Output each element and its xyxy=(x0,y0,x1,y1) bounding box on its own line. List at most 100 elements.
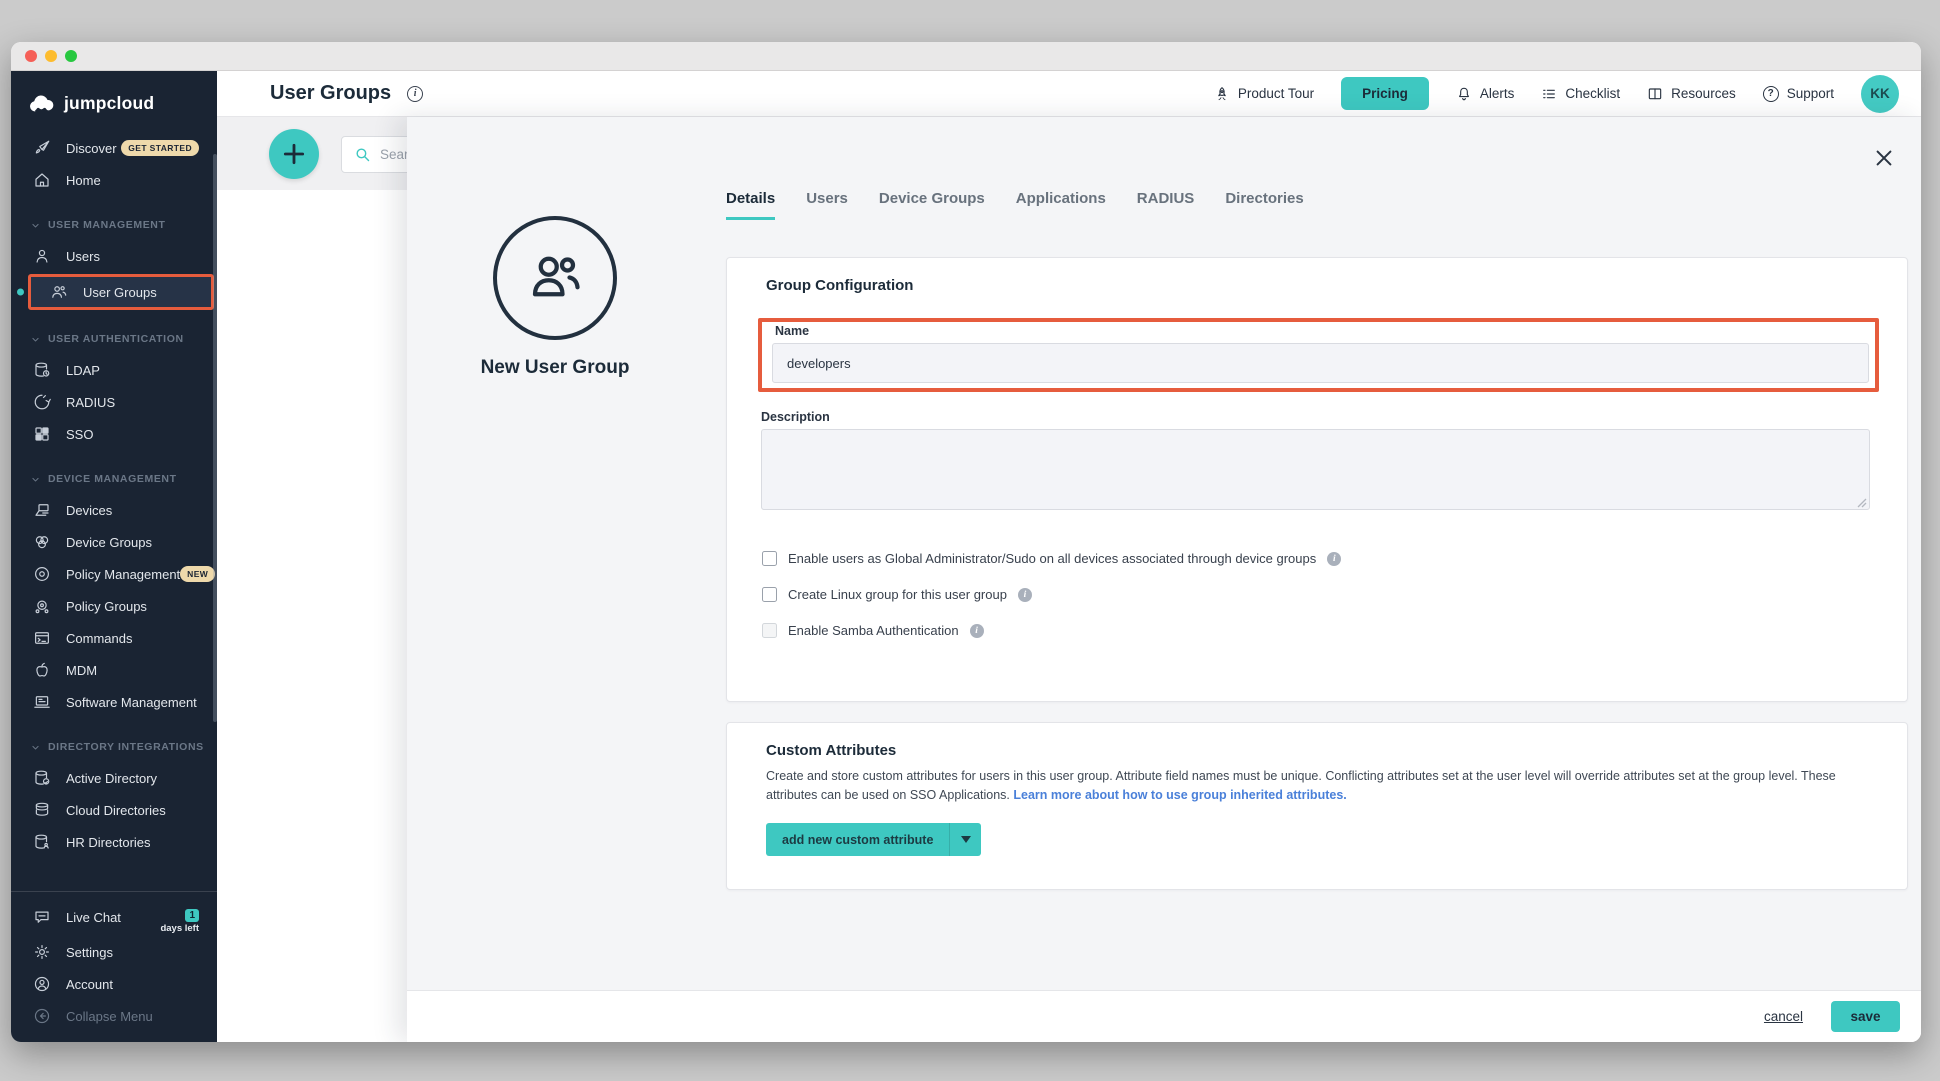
tab-radius[interactable]: RADIUS xyxy=(1137,190,1195,220)
close-panel-button[interactable] xyxy=(1873,147,1895,169)
tab-device-groups[interactable]: Device Groups xyxy=(879,190,985,220)
add-user-group-button[interactable] xyxy=(269,129,319,179)
custom-attributes-description: Create and store custom attributes for u… xyxy=(766,767,1838,806)
sidebar-item-label: Commands xyxy=(66,631,132,646)
sidebar-section-device-management[interactable]: DEVICE MANAGEMENT xyxy=(11,464,217,494)
dropdown-arrow[interactable] xyxy=(949,823,981,856)
sidebar-item-sso[interactable]: SSO xyxy=(11,418,217,450)
sidebar-item-devices[interactable]: Devices xyxy=(11,494,217,526)
sidebar-item-label: Policy Management xyxy=(66,567,180,582)
name-field-highlight: Name xyxy=(758,318,1879,392)
section-title-label: USER MANAGEMENT xyxy=(48,219,166,231)
textarea-resize-grip[interactable] xyxy=(1855,495,1867,507)
custom-attributes-heading: Custom Attributes xyxy=(766,742,896,759)
support-label: Support xyxy=(1787,86,1834,101)
linux-group-checkbox[interactable] xyxy=(762,587,777,602)
sidebar-item-commands[interactable]: Commands xyxy=(11,622,217,654)
minimize-window-button[interactable] xyxy=(45,50,57,62)
group-configuration-heading: Group Configuration xyxy=(766,277,913,294)
group-description-textarea[interactable] xyxy=(761,429,1870,510)
apple-icon xyxy=(33,661,51,679)
sidebar-item-cloud-directories[interactable]: Cloud Directories xyxy=(11,794,217,826)
rocket-icon xyxy=(33,139,51,157)
sidebar-item-hr-directories[interactable]: HR Directories xyxy=(11,826,217,858)
page-info-icon[interactable]: i xyxy=(407,86,423,102)
user-group-avatar xyxy=(493,216,617,340)
stacked-database-icon xyxy=(33,801,51,819)
days-count-badge: 1 xyxy=(185,909,199,922)
sidebar-item-ldap[interactable]: LDAP xyxy=(11,354,217,386)
support-button[interactable]: ? Support xyxy=(1763,86,1834,102)
close-window-button[interactable] xyxy=(25,50,37,62)
global-admin-label: Enable users as Global Administrator/Sud… xyxy=(788,551,1316,566)
alerts-button[interactable]: Alerts xyxy=(1456,86,1515,102)
sidebar-section-user-authentication[interactable]: USER AUTHENTICATION xyxy=(11,324,217,354)
group-name-input[interactable] xyxy=(772,343,1869,383)
info-icon[interactable]: i xyxy=(1018,588,1032,602)
product-tour-label: Product Tour xyxy=(1238,86,1314,101)
chevron-down-icon xyxy=(31,335,40,344)
cancel-button[interactable]: cancel xyxy=(1764,1009,1803,1024)
add-custom-attribute-button[interactable]: add new custom attribute xyxy=(766,823,981,856)
active-indicator-dot xyxy=(17,289,24,296)
jumpcloud-logo[interactable]: jumpcloud xyxy=(11,71,217,124)
checklist-button[interactable]: Checklist xyxy=(1541,86,1620,102)
sidebar-item-label: RADIUS xyxy=(66,395,115,410)
resources-button[interactable]: Resources xyxy=(1647,86,1736,102)
sidebar-footer: Live Chat 1 days left Settings Account C… xyxy=(11,898,217,1042)
page-title: User Groups xyxy=(270,82,391,105)
sidebar-item-label: Account xyxy=(66,977,113,992)
sidebar-item-collapse-menu[interactable]: Collapse Menu xyxy=(11,1000,217,1032)
sidebar: jumpcloud Discover GET STARTED Home USER… xyxy=(11,71,217,1042)
group-configuration-card: Group Configuration Name Description Ena… xyxy=(726,257,1908,702)
chevron-down-icon xyxy=(31,743,40,752)
save-button[interactable]: save xyxy=(1831,1001,1900,1032)
sidebar-item-active-directory[interactable]: Active Directory xyxy=(11,762,217,794)
zoom-window-button[interactable] xyxy=(65,50,77,62)
user-avatar[interactable]: KK xyxy=(1861,75,1899,113)
sidebar-item-home[interactable]: Home xyxy=(11,164,217,196)
book-icon xyxy=(1647,86,1663,102)
app-window: jumpcloud Discover GET STARTED Home USER… xyxy=(11,42,1921,1042)
close-icon xyxy=(1873,147,1895,169)
sidebar-item-user-groups[interactable]: User Groups xyxy=(28,274,214,310)
linux-group-label: Create Linux group for this user group xyxy=(788,587,1007,602)
tab-details[interactable]: Details xyxy=(726,190,775,220)
info-icon[interactable]: i xyxy=(970,624,984,638)
sidebar-item-policy-groups[interactable]: Policy Groups xyxy=(11,590,217,622)
new-badge: NEW xyxy=(180,566,215,582)
inherited-attributes-link[interactable]: Learn more about how to use group inheri… xyxy=(1013,788,1346,802)
trial-days-badge: 1 days left xyxy=(160,909,199,934)
venn-icon xyxy=(33,533,51,551)
pricing-button[interactable]: Pricing xyxy=(1341,77,1429,110)
sidebar-item-users[interactable]: Users xyxy=(11,240,217,272)
sidebar-item-device-groups[interactable]: Device Groups xyxy=(11,526,217,558)
section-title-label: DEVICE MANAGEMENT xyxy=(48,473,177,485)
sidebar-item-policy-management[interactable]: Policy Management NEW xyxy=(11,558,217,590)
sidebar-item-software-management[interactable]: Software Management xyxy=(11,686,217,718)
global-admin-checkbox[interactable] xyxy=(762,551,777,566)
sidebar-section-security-management[interactable]: SECURITY MANAGEMENT xyxy=(11,872,217,881)
tab-applications[interactable]: Applications xyxy=(1016,190,1106,220)
triangle-down-icon xyxy=(961,836,971,843)
main-area: User Groups i Product Tour Pricing Alert… xyxy=(217,71,1921,1042)
sidebar-section-user-management[interactable]: USER MANAGEMENT xyxy=(11,210,217,240)
sidebar-item-mdm[interactable]: MDM xyxy=(11,654,217,686)
sidebar-item-settings[interactable]: Settings xyxy=(11,936,217,968)
sidebar-section-directory-integrations[interactable]: DIRECTORY INTEGRATIONS xyxy=(11,732,217,762)
chevron-down-icon xyxy=(31,475,40,484)
plus-icon xyxy=(281,141,307,167)
sidebar-item-radius[interactable]: RADIUS xyxy=(11,386,217,418)
radius-dial-icon xyxy=(33,393,51,411)
product-tour-button[interactable]: Product Tour xyxy=(1214,86,1314,102)
question-circle-icon: ? xyxy=(1763,86,1779,102)
tab-directories[interactable]: Directories xyxy=(1225,190,1303,220)
samba-checkbox xyxy=(762,623,777,638)
tab-users[interactable]: Users xyxy=(806,190,848,220)
sidebar-item-discover[interactable]: Discover GET STARTED xyxy=(11,132,217,164)
bell-icon xyxy=(1456,86,1472,102)
info-icon[interactable]: i xyxy=(1327,552,1341,566)
sidebar-item-label: LDAP xyxy=(66,363,100,378)
sidebar-item-account[interactable]: Account xyxy=(11,968,217,1000)
sidebar-item-live-chat[interactable]: Live Chat 1 days left xyxy=(11,898,217,936)
